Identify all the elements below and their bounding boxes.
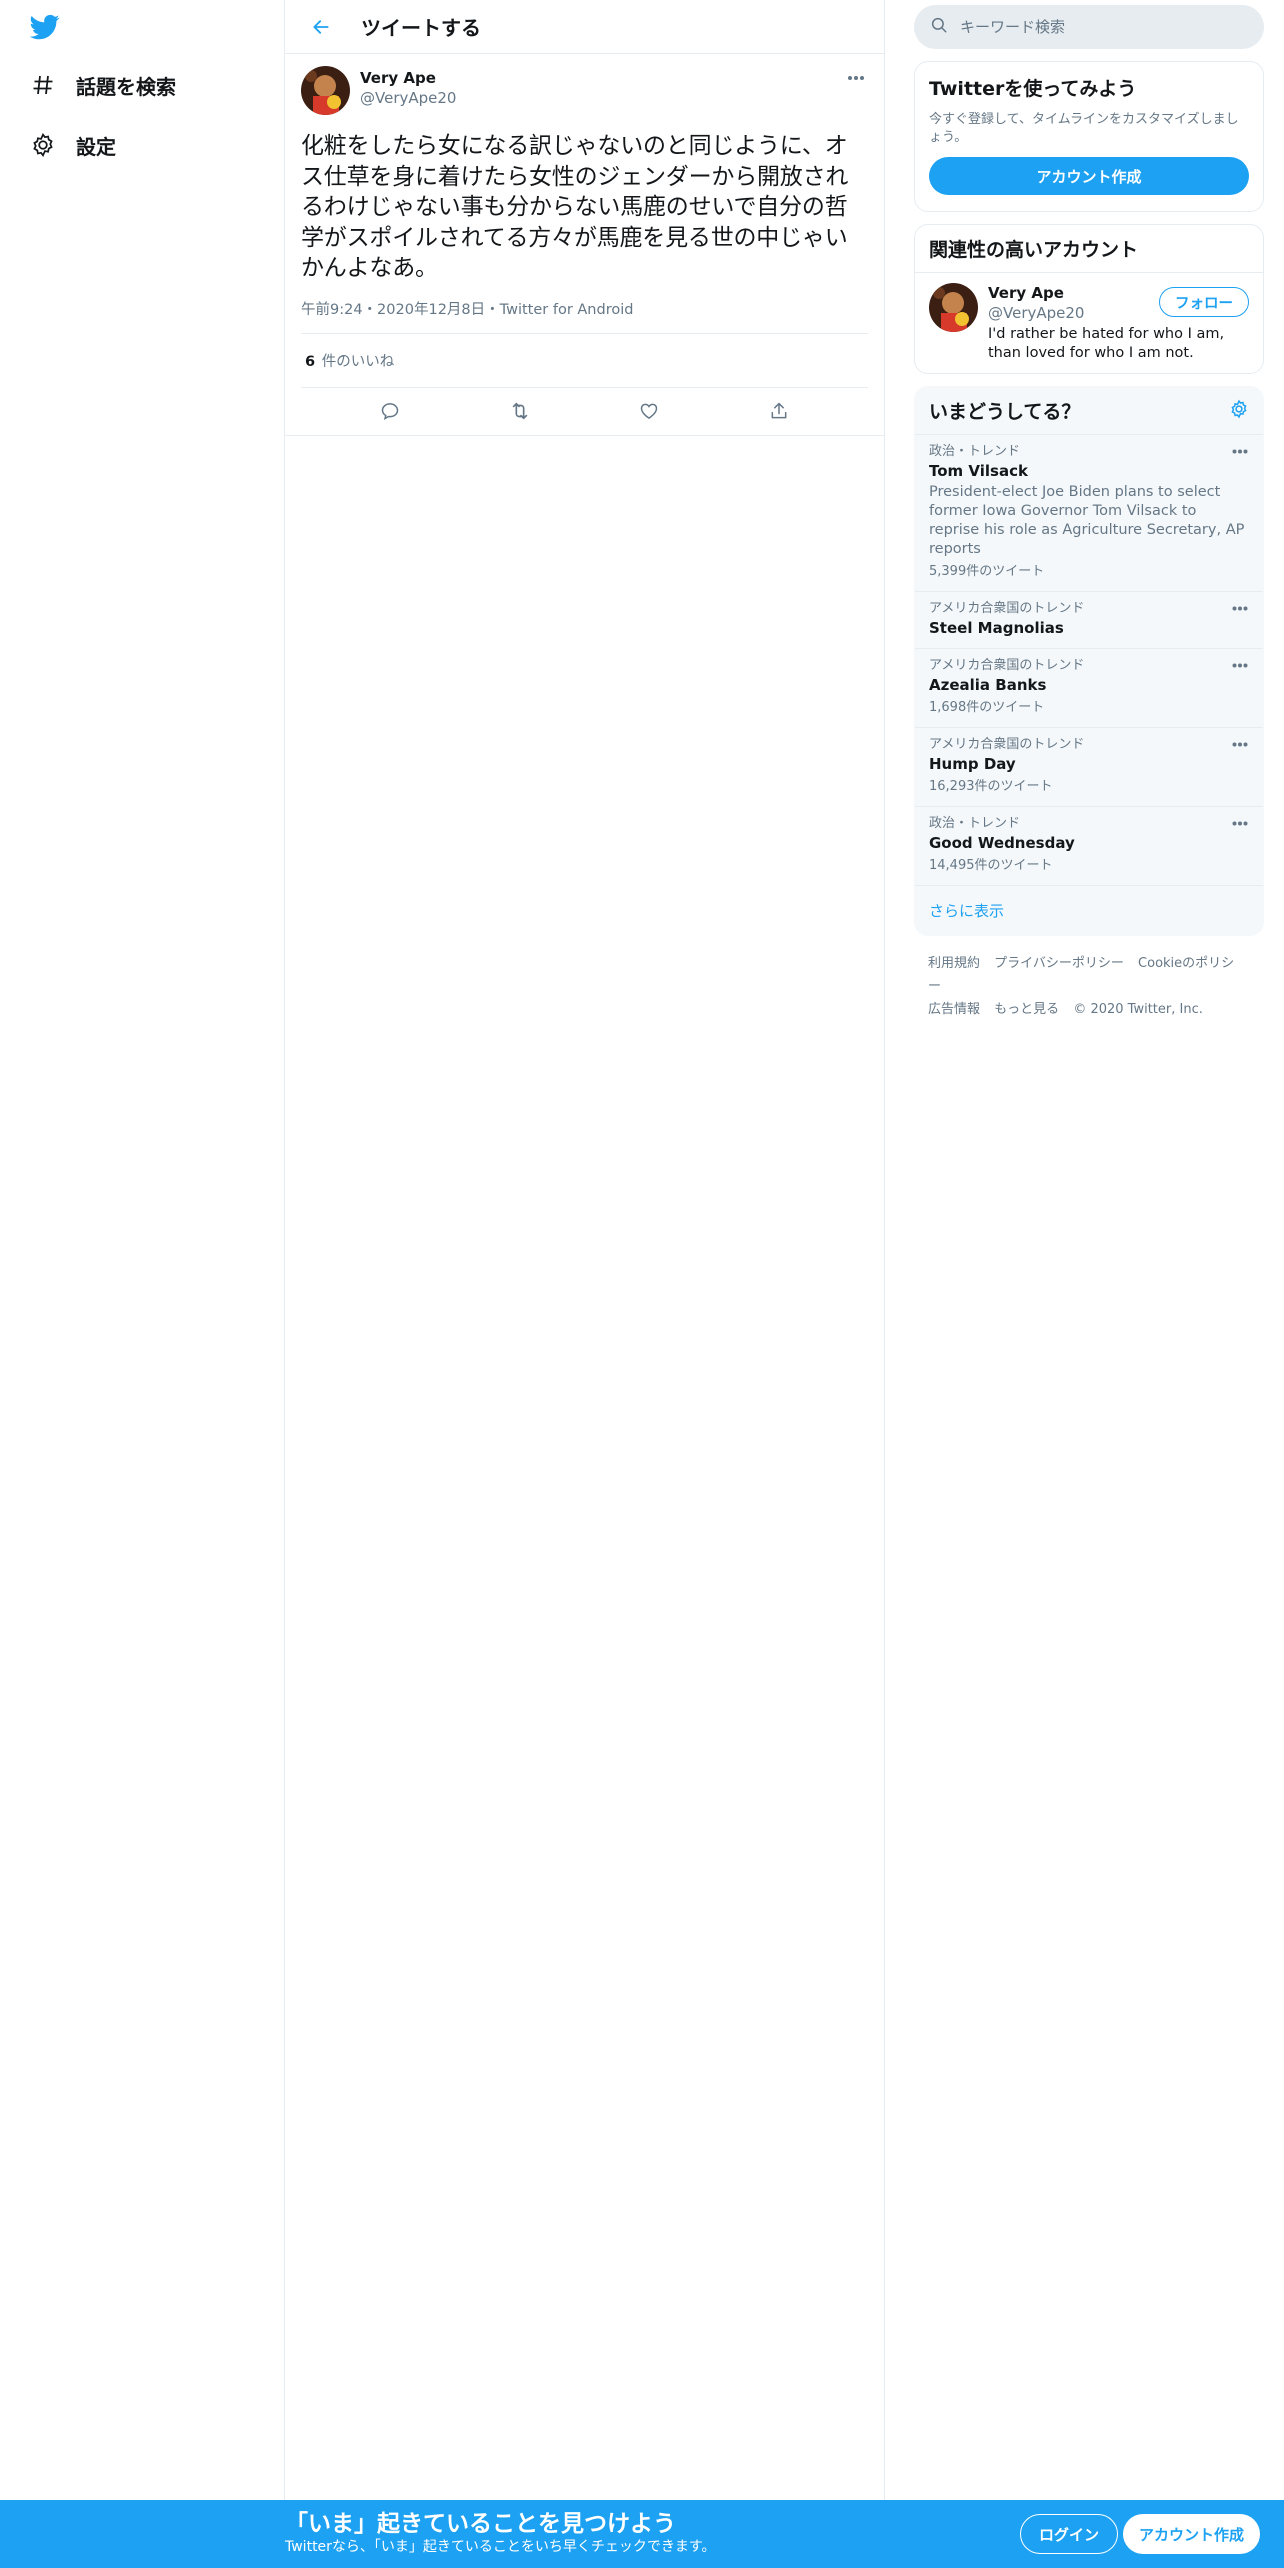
bottom-signup-bar: 「いま」起きていることを見つけよう Twitterなら、「いま」起きていることを… xyxy=(0,2500,1284,2568)
footer-link-terms[interactable]: 利用規約 xyxy=(928,956,980,971)
signup-button[interactable]: アカウント作成 xyxy=(1123,2514,1261,2554)
trend-name: Hump Day xyxy=(929,755,1016,773)
trend-more-icon[interactable] xyxy=(1229,657,1251,673)
login-button[interactable]: ログイン xyxy=(1020,2514,1119,2554)
trend-count: 14,495件のツイート xyxy=(929,858,1053,873)
username[interactable]: @VeryApe20 xyxy=(360,88,456,108)
likes-label: 件のいいね xyxy=(321,353,395,370)
display-name[interactable]: Very Ape xyxy=(360,68,456,88)
signup-card: Twitterを使ってみよう 今すぐ登録して、タイムラインをカスタマイズしましょ… xyxy=(914,61,1264,212)
signup-card-title: Twitterを使ってみよう xyxy=(929,78,1137,100)
trend-context: アメリカ合衆国のトレンド xyxy=(929,658,1085,673)
show-more-link[interactable]: さらに表示 xyxy=(915,886,1263,935)
likes-count[interactable]: 6 件のいいね xyxy=(301,334,868,388)
tweet-header: Very Ape @VeryApe20 xyxy=(301,66,868,115)
create-account-button[interactable]: アカウント作成 xyxy=(929,157,1249,195)
trends-title: いまどうしてる？ xyxy=(929,401,1081,423)
trend-count: 5,399件のツイート xyxy=(929,564,1045,579)
nav-item-label: 話題を検索 xyxy=(76,74,176,99)
trends-card: いまどうしてる？ 政治・トレンド Tom Vilsack President-e… xyxy=(914,386,1264,936)
related-accounts-title: 関連性の高いアカウント xyxy=(929,239,1139,261)
avatar[interactable] xyxy=(929,283,978,332)
nav-item-settings[interactable]: 設定 xyxy=(28,125,116,165)
bottom-bar-subtitle: Twitterなら、「いま」起きていることをいち早くチェックできます。 xyxy=(285,2539,716,2555)
nav-item-label: 設定 xyxy=(76,134,116,159)
trend-more-icon[interactable] xyxy=(1229,815,1251,831)
related-account[interactable]: Very Ape @VeryApe20 I'd rather be hated … xyxy=(915,273,1263,373)
footer-link-more[interactable]: もっと見る xyxy=(994,1002,1059,1017)
reply-icon[interactable] xyxy=(370,391,410,431)
trend-context: 政治・トレンド xyxy=(929,444,1021,459)
signup-card-description: 今すぐ登録して、タイムラインをカスタマイズしましょう。 xyxy=(929,112,1239,145)
follow-button[interactable]: フォロー xyxy=(1159,287,1249,317)
tweet: Very Ape @VeryApe20 化粧をしたら女になる訳じゃないのと同じよ… xyxy=(285,54,884,436)
trend-name: Good Wednesday xyxy=(929,834,1075,852)
trend-more-icon[interactable] xyxy=(1229,600,1251,616)
main-header: ツイートする xyxy=(285,0,884,54)
trend-item[interactable]: アメリカ合衆国のトレンド Steel Magnolias xyxy=(915,592,1263,649)
page-title: ツイートする xyxy=(361,16,481,40)
footer-link-ads[interactable]: 広告情報 xyxy=(928,1002,980,1017)
search-icon xyxy=(930,16,948,38)
trend-item[interactable]: 政治・トレンド Good Wednesday 14,495件のツイート xyxy=(915,807,1263,886)
trend-description: President-elect Joe Biden plans to selec… xyxy=(929,484,1245,557)
trend-name: Tom Vilsack xyxy=(929,462,1028,480)
trend-context: アメリカ合衆国のトレンド xyxy=(929,601,1085,616)
trend-more-icon[interactable] xyxy=(1229,736,1251,752)
avatar[interactable] xyxy=(301,66,350,115)
trends-settings-gear-icon[interactable] xyxy=(1229,399,1249,423)
search-bar[interactable] xyxy=(914,5,1264,49)
gear-icon xyxy=(28,130,58,160)
footer-link-privacy[interactable]: プライバシーポリシー xyxy=(994,956,1124,971)
tweet-actions xyxy=(285,388,884,436)
trend-count: 1,698件のツイート xyxy=(929,700,1045,715)
nav-item-explore[interactable]: 話題を検索 xyxy=(28,65,176,105)
bottom-bar-title: 「いま」起きていることを見つけよう xyxy=(285,2511,676,2537)
trend-context: アメリカ合衆国のトレンド xyxy=(929,737,1085,752)
tweet-timestamp[interactable]: 午前9:24・2020年12月8日・Twitter for Android xyxy=(301,298,868,334)
share-icon[interactable] xyxy=(759,391,799,431)
trend-more-icon[interactable] xyxy=(1229,443,1251,459)
main-column: ツイートする Very Ape @VeryApe20 化粧をしたら女になる訳じゃ… xyxy=(285,0,885,2500)
hashtag-icon xyxy=(28,70,58,100)
footer: 利用規約 プライバシーポリシー Cookieのポリシー 広告情報 もっと見る ©… xyxy=(914,936,1264,1037)
more-options-icon[interactable] xyxy=(844,66,868,90)
trend-count: 16,293件のツイート xyxy=(929,779,1053,794)
left-navigation: 話題を検索 設定 xyxy=(0,0,285,2568)
related-accounts-card: 関連性の高いアカウント Very Ape @VeryApe20 I'd rath… xyxy=(914,224,1264,374)
trend-item[interactable]: 政治・トレンド Tom Vilsack President-elect Joe … xyxy=(915,435,1263,592)
trend-context: 政治・トレンド xyxy=(929,816,1021,831)
tweet-author: Very Ape @VeryApe20 xyxy=(360,66,456,115)
trend-name: Azealia Banks xyxy=(929,676,1047,694)
right-column: Twitterを使ってみよう 今すぐ登録して、タイムラインをカスタマイズしましょ… xyxy=(914,0,1264,1037)
twitter-bird-icon[interactable] xyxy=(28,12,62,42)
retweet-icon[interactable] xyxy=(500,391,540,431)
like-icon[interactable] xyxy=(629,391,669,431)
trend-item[interactable]: アメリカ合衆国のトレンド Hump Day 16,293件のツイート xyxy=(915,728,1263,807)
trend-name: Steel Magnolias xyxy=(929,619,1064,637)
back-arrow-icon[interactable] xyxy=(305,11,337,43)
likes-number: 6 xyxy=(305,353,316,370)
footer-copyright: © 2020 Twitter, Inc. xyxy=(1073,1002,1203,1017)
trend-item[interactable]: アメリカ合衆国のトレンド Azealia Banks 1,698件のツイート xyxy=(915,649,1263,728)
related-bio: I'd rather be hated for who I am, than l… xyxy=(988,326,1225,361)
search-input[interactable] xyxy=(960,18,1220,36)
tweet-text: 化粧をしたら女になる訳じゃないのと同じように、オス仕草を身に着けたら女性のジェン… xyxy=(301,133,849,281)
